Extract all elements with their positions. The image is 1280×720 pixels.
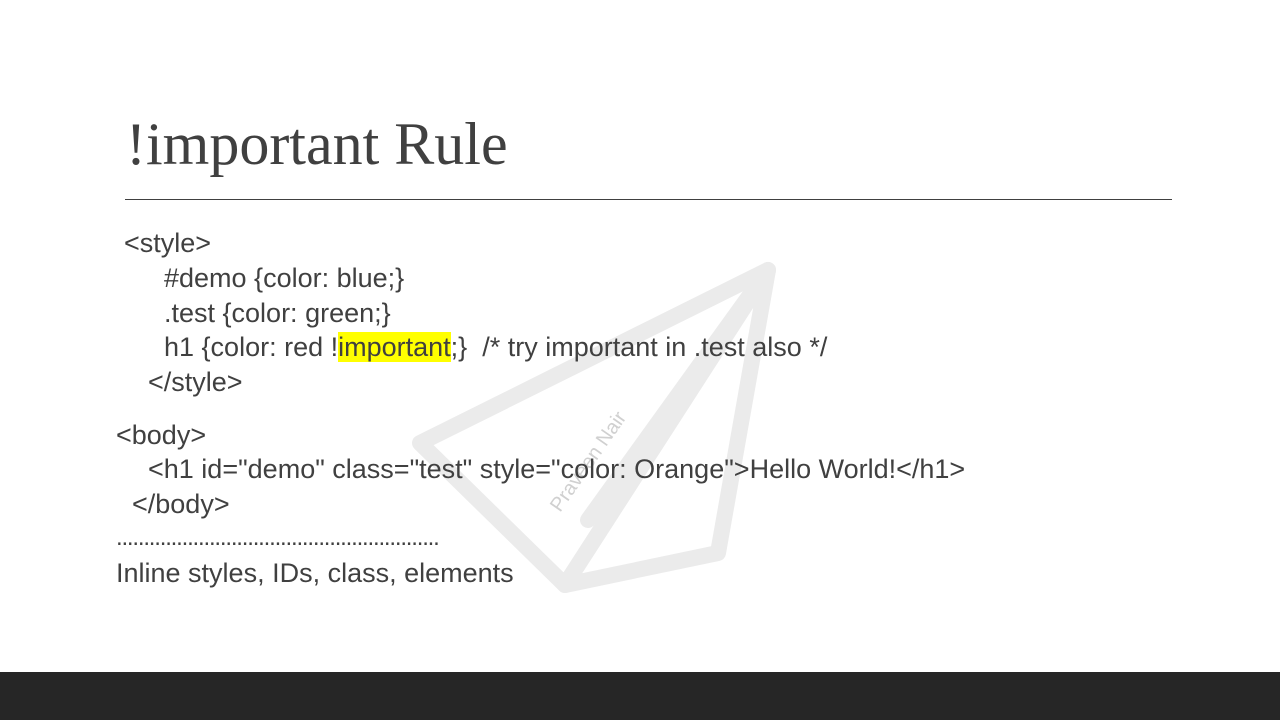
important-highlight: important bbox=[338, 332, 451, 362]
specificity-summary: Inline styles, IDs, class, elements bbox=[116, 558, 514, 588]
paper-plane-watermark-icon: Praveen Nair bbox=[412, 262, 776, 593]
code-line-style-open: <style> bbox=[124, 228, 212, 258]
dotted-separator: ........................................… bbox=[116, 524, 440, 551]
code-line-body-close: </body> bbox=[132, 489, 230, 519]
code-text: ;} /* try important in .test also */ bbox=[450, 332, 828, 362]
code-line-style-close: </style> bbox=[148, 367, 243, 397]
code-line-test-rule: .test {color: green;} bbox=[164, 298, 391, 328]
code-text: h1 {color: red ! bbox=[164, 332, 339, 362]
slide-title: !important Rule bbox=[126, 111, 508, 177]
code-line-demo-rule: #demo {color: blue;} bbox=[164, 263, 405, 293]
code-line-h1-rule: h1 {color: red !important;} /* try impor… bbox=[164, 330, 827, 364]
footer-bar bbox=[0, 672, 1280, 720]
title-divider bbox=[125, 199, 1172, 200]
code-line-h1-element: <h1 id="demo" class="test" style="color:… bbox=[148, 454, 966, 484]
code-line-body-open: <body> bbox=[116, 420, 207, 450]
